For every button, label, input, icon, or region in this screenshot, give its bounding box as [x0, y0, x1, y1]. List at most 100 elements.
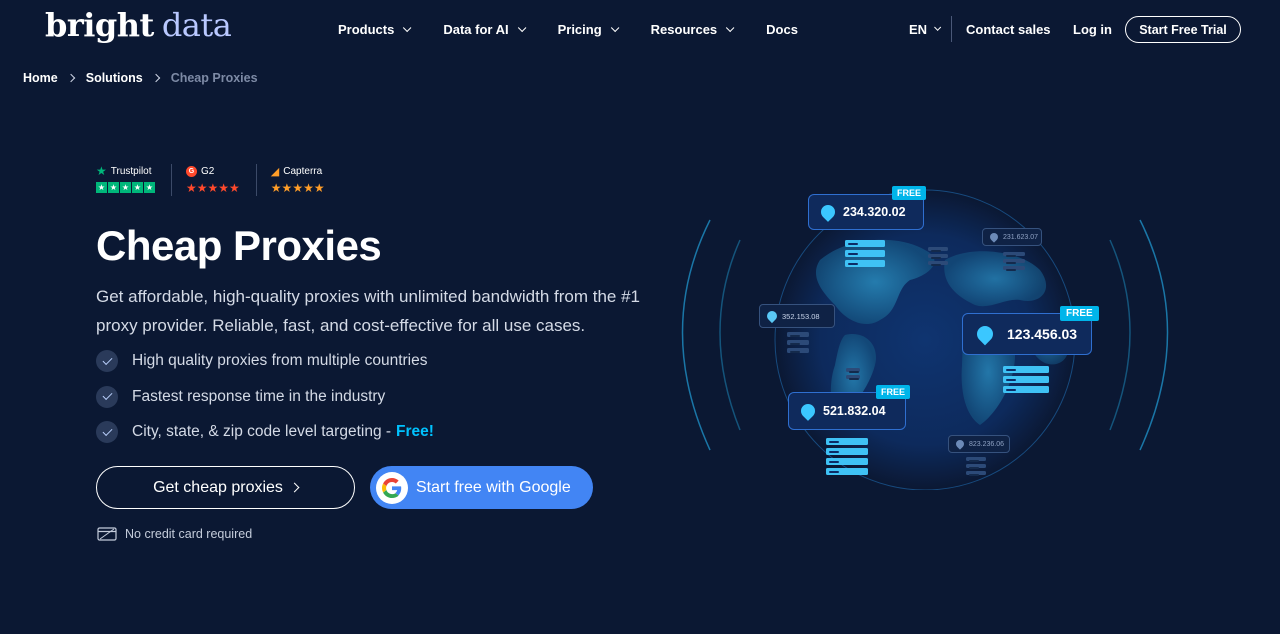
rating-divider [255, 164, 257, 196]
proxy-ip-value: 521.832.04 [823, 404, 886, 418]
g2-label: G2 [201, 165, 215, 177]
menu-docs[interactable]: Docs [766, 22, 798, 37]
g2-name: G G2 [186, 164, 240, 178]
check-icon [96, 350, 118, 372]
get-cheap-proxies-button[interactable]: Get cheap proxies [96, 466, 355, 509]
menu-docs-label: Docs [766, 22, 798, 37]
nav-divider [951, 16, 952, 42]
chevron-right-icon [66, 73, 75, 83]
google-signup-label: Start free with Google [416, 478, 571, 496]
start-free-trial-button[interactable]: Start Free Trial [1125, 16, 1241, 43]
contact-sales-link[interactable]: Contact sales [966, 22, 1051, 37]
language-label: EN [909, 22, 928, 37]
chevron-down-icon [403, 23, 412, 32]
proxy-ip-value: 123.456.03 [1007, 326, 1078, 342]
google-logo-icon [376, 471, 408, 504]
breadcrumb: Home Solutions Cheap Proxies [23, 71, 258, 85]
review-ratings: ★ Trustpilot ★ ★ ★ ★ ★ G G2 ★★★★★ ◢ Capterra… [96, 164, 325, 196]
menu-resources[interactable]: Resources [650, 22, 735, 37]
menu-products-label: Products [338, 22, 395, 37]
get-cheap-proxies-label: Get cheap proxies [153, 478, 283, 496]
main-menu: Products Data for AI Pricing Resources D… [338, 22, 798, 37]
star-icon: ★ [120, 182, 131, 193]
location-pin-icon [973, 322, 997, 346]
location-pin-icon [764, 308, 780, 324]
proxy-ip-value: 234.320.02 [843, 205, 906, 219]
trustpilot-star-icon: ★ [96, 164, 107, 178]
chevron-right-icon [151, 73, 160, 83]
server-icon [1003, 252, 1025, 271]
breadcrumb-home[interactable]: Home [23, 71, 58, 85]
page-title: Cheap Proxies [96, 222, 382, 269]
server-icon [787, 332, 809, 353]
capterra-logo-icon: ◢ [270, 165, 280, 178]
feature-item: Fastest response time in the industry [96, 385, 434, 408]
check-icon [96, 421, 118, 443]
proxy-ip-small-value: 231.623.07 [1003, 233, 1039, 241]
menu-resources-label: Resources [650, 22, 718, 37]
trustpilot-label: Trustpilot [110, 165, 152, 177]
feature-free-highlight: Free! [396, 423, 434, 440]
globe-graphic [681, 189, 1169, 491]
trustpilot-stars: ★ ★ ★ ★ ★ [96, 182, 155, 193]
capterra-stars: ★★★★★ [270, 181, 325, 195]
no-credit-card-text: No credit card required [125, 527, 253, 541]
proxy-ip-small-label: 231.623.07 [982, 228, 1042, 246]
brand-logo[interactable]: bright data [45, 6, 232, 44]
proxy-globe-illustration: 234.320.02 FREE 123.456.03 FREE 521.832.… [670, 180, 1180, 491]
location-pin-icon [988, 231, 1000, 243]
star-icon: ★ [108, 182, 119, 193]
chevron-down-icon [726, 23, 735, 32]
free-tag: FREE [1060, 306, 1099, 321]
star-icon: ★ [96, 182, 107, 193]
feature-text: Fastest response time in the industry [132, 387, 386, 405]
menu-pricing[interactable]: Pricing [557, 22, 620, 37]
google-signup-button[interactable]: Start free with Google [370, 466, 593, 509]
login-link[interactable]: Log in [1073, 22, 1112, 37]
menu-pricing-label: Pricing [557, 22, 602, 37]
server-icon [845, 240, 885, 267]
feature-text: City, state, & zip code level targeting … [132, 423, 392, 440]
check-icon [96, 385, 118, 408]
feature-text: High quality proxies from multiple count… [132, 352, 428, 369]
g2-logo-icon: G [186, 165, 197, 177]
location-pin-icon [818, 202, 838, 222]
credit-card-icon [97, 527, 117, 541]
capterra-name: ◢ Capterra [271, 164, 325, 178]
trustpilot-name: ★ Trustpilot [96, 164, 155, 178]
rating-divider [171, 164, 172, 196]
proxy-ip-small-value: 823.236.06 [969, 440, 1005, 448]
no-credit-card-note: No credit card required [97, 527, 252, 541]
menu-data-for-ai[interactable]: Data for AI [443, 22, 526, 37]
proxy-ip-small-value: 352.153.08 [782, 311, 820, 321]
feature-item: High quality proxies from multiple count… [96, 350, 434, 372]
top-navigation: bright data Products Data for AI Pricing … [0, 0, 1280, 60]
capterra-rating[interactable]: ◢ Capterra ★★★★★ [270, 164, 325, 196]
star-icon: ★ [132, 182, 143, 193]
location-pin-icon [954, 438, 966, 450]
chevron-down-icon [934, 23, 942, 31]
server-icon [846, 368, 860, 380]
chevron-right-icon [289, 482, 300, 493]
server-icon [1003, 366, 1049, 393]
trustpilot-rating[interactable]: ★ Trustpilot ★ ★ ★ ★ ★ [96, 164, 155, 193]
chevron-down-icon [610, 23, 620, 32]
logo-word-data: data [161, 6, 232, 44]
menu-products[interactable]: Products [338, 22, 412, 37]
breadcrumb-solutions[interactable]: Solutions [86, 71, 143, 85]
breadcrumb-current: Cheap Proxies [170, 71, 258, 85]
feature-item: City, state, & zip code level targeting … [96, 421, 434, 443]
location-pin-icon [798, 401, 818, 421]
free-tag: FREE [876, 385, 911, 399]
g2-stars: ★★★★★ [186, 181, 240, 195]
feature-list: High quality proxies from multiple count… [96, 350, 434, 457]
g2-rating[interactable]: G G2 ★★★★★ [186, 164, 240, 195]
server-icon [966, 457, 986, 476]
proxy-ip-small-label: 352.153.08 [759, 304, 835, 328]
proxy-ip-small-label: 823.236.06 [948, 435, 1010, 453]
server-icon [928, 247, 948, 266]
server-icon [826, 438, 868, 475]
language-selector[interactable]: EN [909, 22, 942, 37]
free-tag: FREE [892, 186, 927, 200]
star-icon: ★ [144, 182, 155, 193]
